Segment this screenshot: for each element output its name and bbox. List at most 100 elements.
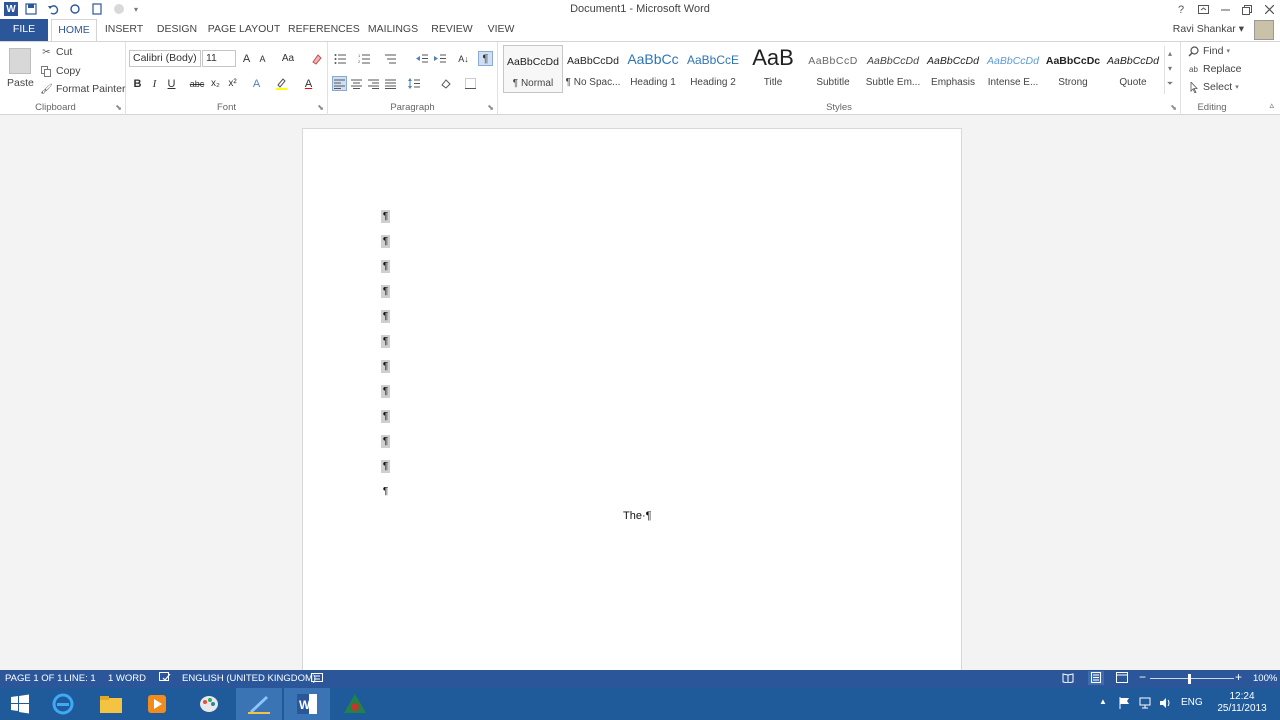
document-body-text[interactable]: The·¶ [623, 510, 652, 522]
superscript-button[interactable]: x² [225, 76, 240, 91]
style-heading-1[interactable]: AaBbCc Heading 1 [623, 45, 683, 93]
style-title[interactable]: AaB Title [743, 45, 803, 93]
paragraph-mark[interactable]: ¶ [381, 260, 390, 273]
paragraph-launcher-icon[interactable]: ⬊ [487, 103, 494, 112]
zoom-slider-thumb[interactable] [1188, 674, 1191, 684]
change-case-button[interactable]: Aa [278, 51, 298, 66]
paragraph-mark[interactable]: ¶ [381, 285, 390, 298]
user-name[interactable]: Ravi Shankar ▾ [1173, 23, 1244, 35]
show-hide-marks-button[interactable]: ¶ [478, 51, 493, 66]
paragraph-mark[interactable]: ¶ [381, 385, 390, 398]
style-emphasis[interactable]: AaBbCcDd Emphasis [923, 45, 983, 93]
minimize-icon[interactable] [1214, 0, 1236, 19]
italic-button[interactable]: I [147, 76, 162, 91]
style-subtitle[interactable]: AaBbCcD Subtitle [803, 45, 863, 93]
style-intense-emphasis[interactable]: AaBbCcDd Intense E... [983, 45, 1043, 93]
restore-icon[interactable] [1236, 0, 1258, 19]
macro-recording-icon[interactable] [311, 672, 323, 686]
select-button[interactable]: Select ▾ [1187, 81, 1239, 93]
strikethrough-button[interactable]: abc [188, 76, 206, 91]
paragraph-mark[interactable]: ¶ [381, 360, 390, 373]
justify-icon[interactable] [383, 76, 398, 91]
increase-indent-icon[interactable] [432, 51, 447, 66]
clear-formatting-icon[interactable] [309, 51, 324, 66]
print-layout-icon[interactable] [1088, 671, 1104, 685]
document-area[interactable] [0, 116, 1280, 688]
zoom-in-icon[interactable]: + [1235, 670, 1242, 684]
bold-button[interactable]: B [130, 76, 145, 91]
style-no-spacing[interactable]: AaBbCcDd ¶ No Spac... [563, 45, 623, 93]
tab-review[interactable]: REVIEW [428, 19, 476, 41]
paragraph-mark[interactable]: ¶ [381, 310, 390, 323]
paragraph-mark[interactable]: ¶ [381, 410, 390, 423]
style-heading-2[interactable]: AaBbCcE Heading 2 [683, 45, 743, 93]
style-strong[interactable]: AaBbCcDc Strong [1043, 45, 1103, 93]
styles-gallery-scroll[interactable]: ▴ ▾ ⏷ [1164, 46, 1175, 94]
copy-button[interactable]: Copy [40, 65, 81, 77]
paragraph-mark[interactable]: ¶ [381, 435, 390, 448]
align-center-icon[interactable] [349, 76, 364, 91]
web-layout-icon[interactable] [1116, 672, 1128, 686]
zoom-slider[interactable] [1150, 678, 1234, 679]
cut-button[interactable]: ✂ Cut [40, 46, 72, 58]
read-mode-icon[interactable] [1062, 672, 1074, 686]
screen-recorder-icon[interactable] [332, 688, 378, 720]
clock[interactable]: 12:24 25/11/2013 [1216, 691, 1268, 715]
grow-font-icon[interactable]: A [239, 51, 254, 66]
font-color-button[interactable]: A [301, 76, 316, 91]
shading-icon[interactable] [438, 76, 453, 91]
media-player-icon[interactable] [134, 688, 180, 720]
tab-home[interactable]: HOME [51, 19, 97, 42]
zoom-out-icon[interactable]: − [1139, 670, 1146, 684]
bullets-icon[interactable] [332, 51, 347, 66]
borders-icon[interactable] [463, 76, 478, 91]
font-launcher-icon[interactable]: ⬊ [317, 103, 324, 112]
document-page[interactable] [302, 128, 962, 688]
text-effects-button[interactable]: A [249, 76, 264, 91]
proofing-icon[interactable] [159, 672, 171, 686]
paragraph-mark[interactable]: ¶ [381, 210, 390, 223]
line-spacing-icon[interactable] [406, 76, 421, 91]
highlight-icon[interactable] [274, 76, 289, 91]
collapse-ribbon-icon[interactable]: ▵ [1269, 100, 1274, 111]
tab-mailings[interactable]: MAILINGS [364, 19, 422, 41]
pen-app-icon[interactable] [236, 688, 282, 720]
find-button[interactable]: Find ▾ [1187, 45, 1230, 57]
avatar[interactable] [1254, 20, 1274, 40]
subscript-button[interactable]: x₂ [208, 76, 223, 91]
tab-view[interactable]: VIEW [482, 19, 520, 41]
close-icon[interactable] [1258, 0, 1280, 19]
internet-explorer-icon[interactable] [40, 688, 86, 720]
page-count[interactable]: PAGE 1 OF 1 [5, 673, 62, 684]
tab-insert[interactable]: INSERT [101, 19, 147, 41]
sort-icon[interactable]: A↓ [456, 51, 471, 66]
numbering-icon[interactable]: 12 [356, 51, 371, 66]
font-name-combo[interactable]: Calibri (Body) [129, 50, 201, 67]
volume-icon[interactable] [1159, 697, 1172, 712]
paragraph-mark[interactable]: ¶ [381, 485, 390, 498]
clipboard-launcher-icon[interactable]: ⬊ [115, 103, 122, 112]
ime-language[interactable]: ENG [1181, 697, 1203, 708]
word-taskbar-icon[interactable]: W [284, 688, 330, 720]
format-painter-button[interactable]: 🖌 Format Painter [40, 83, 125, 95]
ribbon-display-options-icon[interactable] [1192, 0, 1214, 19]
help-icon[interactable]: ? [1170, 0, 1192, 19]
zoom-level[interactable]: 100% [1253, 673, 1277, 684]
tab-file[interactable]: FILE [0, 19, 48, 41]
tab-references[interactable]: REFERENCES [288, 19, 360, 41]
paragraph-mark[interactable]: ¶ [381, 235, 390, 248]
show-hidden-icons[interactable]: ▲ [1099, 697, 1107, 706]
line-number[interactable]: LINE: 1 [64, 673, 96, 684]
paragraph-mark[interactable]: ¶ [381, 460, 390, 473]
multilevel-list-icon[interactable] [382, 51, 397, 66]
paragraph-mark[interactable]: ¶ [381, 335, 390, 348]
style-normal[interactable]: AaBbCcDd ¶ Normal [503, 45, 563, 93]
start-button[interactable] [0, 688, 40, 720]
tab-page-layout[interactable]: PAGE LAYOUT [206, 19, 282, 41]
network-icon[interactable] [1139, 697, 1151, 712]
style-quote[interactable]: AaBbCcDd Quote [1103, 45, 1163, 93]
align-left-icon[interactable] [332, 76, 347, 91]
styles-launcher-icon[interactable]: ⬊ [1170, 103, 1177, 112]
shrink-font-icon[interactable]: A [255, 51, 270, 66]
word-count[interactable]: 1 WORD [108, 673, 146, 684]
